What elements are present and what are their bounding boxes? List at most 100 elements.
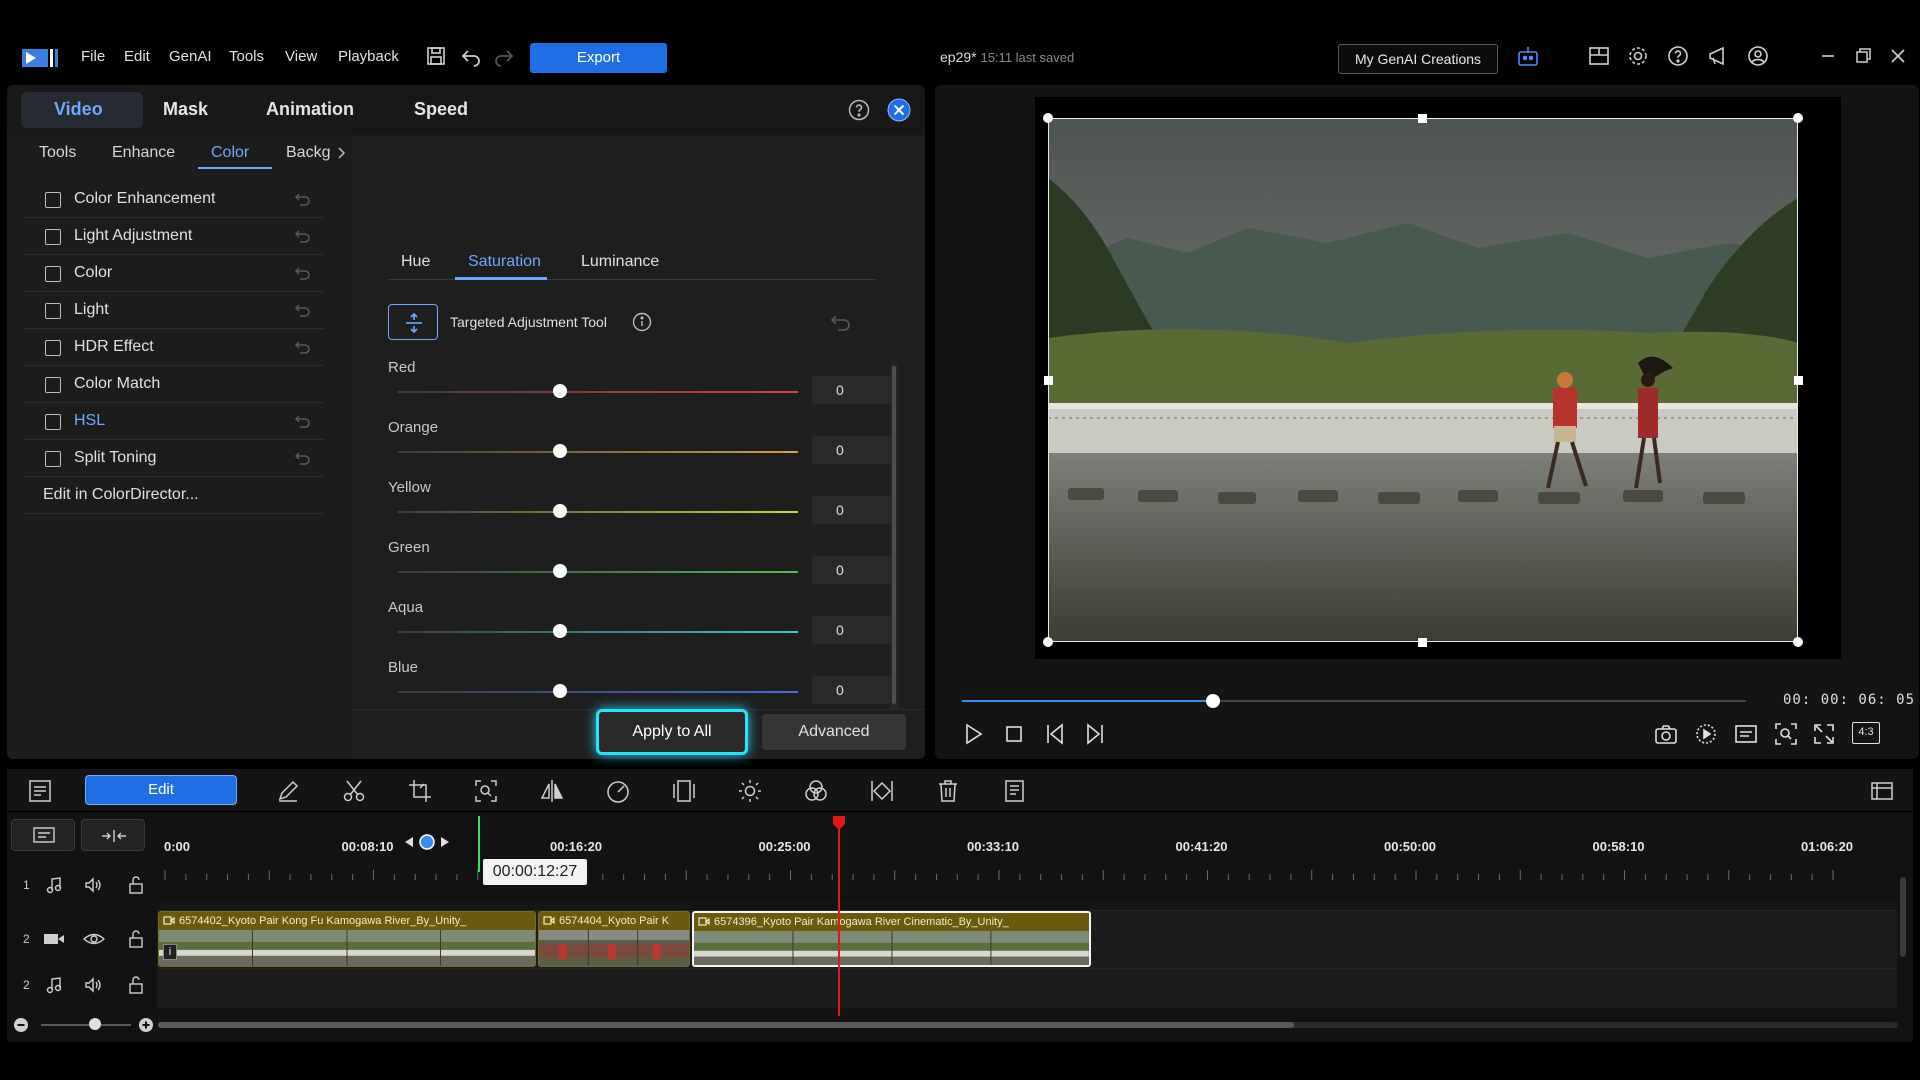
zoom-preview-icon[interactable] <box>1773 721 1799 747</box>
announcement-icon[interactable] <box>1706 44 1730 68</box>
playhead-handle-icon[interactable] <box>831 814 847 832</box>
feature-checkbox[interactable] <box>45 377 61 393</box>
hsl-reset-icon[interactable] <box>830 312 852 332</box>
resize-handle[interactable] <box>1044 376 1053 385</box>
layout-icon[interactable] <box>1587 44 1611 68</box>
zoom-in-icon[interactable] <box>138 1017 154 1033</box>
hsl-tab-saturation[interactable]: Saturation <box>468 253 541 271</box>
help-icon[interactable] <box>1666 44 1690 68</box>
resize-handle[interactable] <box>1794 376 1803 385</box>
reset-icon[interactable] <box>294 450 312 466</box>
fit-timeline-button[interactable] <box>81 819 145 851</box>
tab-animation[interactable]: Animation <box>266 99 354 120</box>
list-item[interactable]: Split Toning <box>24 440 324 477</box>
export-button[interactable]: Export <box>530 43 667 73</box>
color-blend-icon[interactable] <box>803 778 829 804</box>
ai-assistant-icon[interactable] <box>1516 44 1540 68</box>
reset-icon[interactable] <box>294 265 312 281</box>
slider-track[interactable] <box>398 631 798 633</box>
video-clip[interactable]: 6574402_Kyoto Pair Kong Fu Kamogawa Rive… <box>158 911 536 967</box>
snapshot-camera-icon[interactable] <box>1653 721 1679 747</box>
playback-scrubber-knob[interactable] <box>1205 694 1220 708</box>
slider-track[interactable] <box>398 451 798 453</box>
slider-track[interactable] <box>398 391 798 393</box>
hsl-tab-hue[interactable]: Hue <box>401 253 430 271</box>
slider-track[interactable] <box>398 571 798 573</box>
brightness-icon[interactable] <box>737 778 763 804</box>
menu-playback[interactable]: Playback <box>338 48 399 65</box>
feature-checkbox[interactable] <box>45 192 61 208</box>
subtitle-icon[interactable] <box>1733 721 1759 747</box>
feature-checkbox[interactable] <box>45 229 61 245</box>
advanced-button[interactable]: Advanced <box>762 714 906 750</box>
hsl-scrollbar-thumb[interactable] <box>892 366 896 704</box>
playhead[interactable] <box>838 824 840 1016</box>
menu-tools[interactable]: Tools <box>229 48 264 65</box>
clip-properties-icon[interactable] <box>1001 778 1027 804</box>
clip-fx-badge[interactable]: i <box>163 944 177 960</box>
menu-file[interactable]: File <box>81 48 105 65</box>
lock-icon[interactable] <box>127 875 145 895</box>
hover-marker-icon[interactable] <box>403 833 451 851</box>
slider-knob[interactable] <box>553 624 567 638</box>
resize-handle[interactable] <box>1418 638 1427 647</box>
targeted-adjustment-tool-button[interactable] <box>388 304 438 340</box>
slider-value-input[interactable]: 0 <box>812 496 892 524</box>
lock-icon[interactable] <box>127 975 145 995</box>
slider-value-input[interactable]: 0 <box>812 616 892 644</box>
reset-icon[interactable] <box>294 339 312 355</box>
mute-speaker-icon[interactable] <box>83 876 103 894</box>
reset-icon[interactable] <box>294 191 312 207</box>
subtab-tools[interactable]: Tools <box>39 144 76 162</box>
settings-gear-icon[interactable] <box>1626 44 1650 68</box>
list-item[interactable]: Color Match <box>24 366 324 403</box>
timeline-vertical-scrollbar[interactable] <box>1900 877 1906 957</box>
stop-icon[interactable] <box>1001 721 1027 747</box>
previous-frame-icon[interactable] <box>1043 721 1069 747</box>
track-row-1-audio[interactable] <box>157 900 1897 910</box>
visibility-eye-icon[interactable] <box>83 930 105 948</box>
close-window-icon[interactable] <box>1886 44 1910 68</box>
render-preview-icon[interactable] <box>1693 721 1719 747</box>
slider-value-input[interactable]: 0 <box>812 376 892 404</box>
mute-speaker-icon[interactable] <box>83 976 103 994</box>
subtab-enhance[interactable]: Enhance <box>112 144 175 162</box>
list-item[interactable]: HSL <box>24 403 324 440</box>
my-genai-creations-button[interactable]: My GenAI Creations <box>1338 44 1498 74</box>
resize-handle[interactable] <box>1793 113 1803 123</box>
track-row-2-audio[interactable] <box>157 968 1897 1008</box>
tab-speed[interactable]: Speed <box>414 99 468 120</box>
minimize-icon[interactable] <box>1816 44 1840 68</box>
menu-view[interactable]: View <box>285 48 317 65</box>
feature-checkbox[interactable] <box>45 340 61 356</box>
resize-handle[interactable] <box>1043 637 1053 647</box>
list-item[interactable]: Light Adjustment <box>24 218 324 255</box>
reset-icon[interactable] <box>294 302 312 318</box>
fullscreen-icon[interactable] <box>1811 721 1837 747</box>
slider-knob[interactable] <box>553 384 567 398</box>
slider-value-input[interactable]: 0 <box>812 556 892 584</box>
panel-close-icon[interactable] <box>886 97 912 123</box>
hsl-tab-luminance[interactable]: Luminance <box>581 253 659 271</box>
video-clip-selected[interactable]: 6574396_Kyoto Pair Kamogawa River Cinema… <box>692 911 1091 967</box>
in-point-marker[interactable] <box>478 816 480 872</box>
account-icon[interactable] <box>1746 44 1770 68</box>
list-item[interactable]: HDR Effect <box>24 329 324 366</box>
edit-in-colordirector-link[interactable]: Edit in ColorDirector... <box>24 477 324 514</box>
subtab-scroll-right-icon[interactable] <box>335 146 347 160</box>
apply-to-all-button[interactable]: Apply to All <box>596 709 748 755</box>
feature-checkbox[interactable] <box>45 303 61 319</box>
timeline-horizontal-scrollbar-thumb[interactable] <box>158 1022 1294 1028</box>
zoom-out-icon[interactable] <box>13 1017 29 1033</box>
reset-icon[interactable] <box>294 413 312 429</box>
timeline-mode-icon[interactable] <box>27 778 53 804</box>
list-item[interactable]: Light <box>24 292 324 329</box>
slider-knob[interactable] <box>553 684 567 698</box>
menu-genai[interactable]: GenAI <box>169 48 212 65</box>
slider-knob[interactable] <box>553 564 567 578</box>
speed-icon[interactable] <box>605 778 631 804</box>
resize-handle[interactable] <box>1793 637 1803 647</box>
subtab-background[interactable]: Backg <box>286 144 330 162</box>
lock-icon[interactable] <box>127 929 145 949</box>
crop-icon[interactable] <box>407 778 433 804</box>
